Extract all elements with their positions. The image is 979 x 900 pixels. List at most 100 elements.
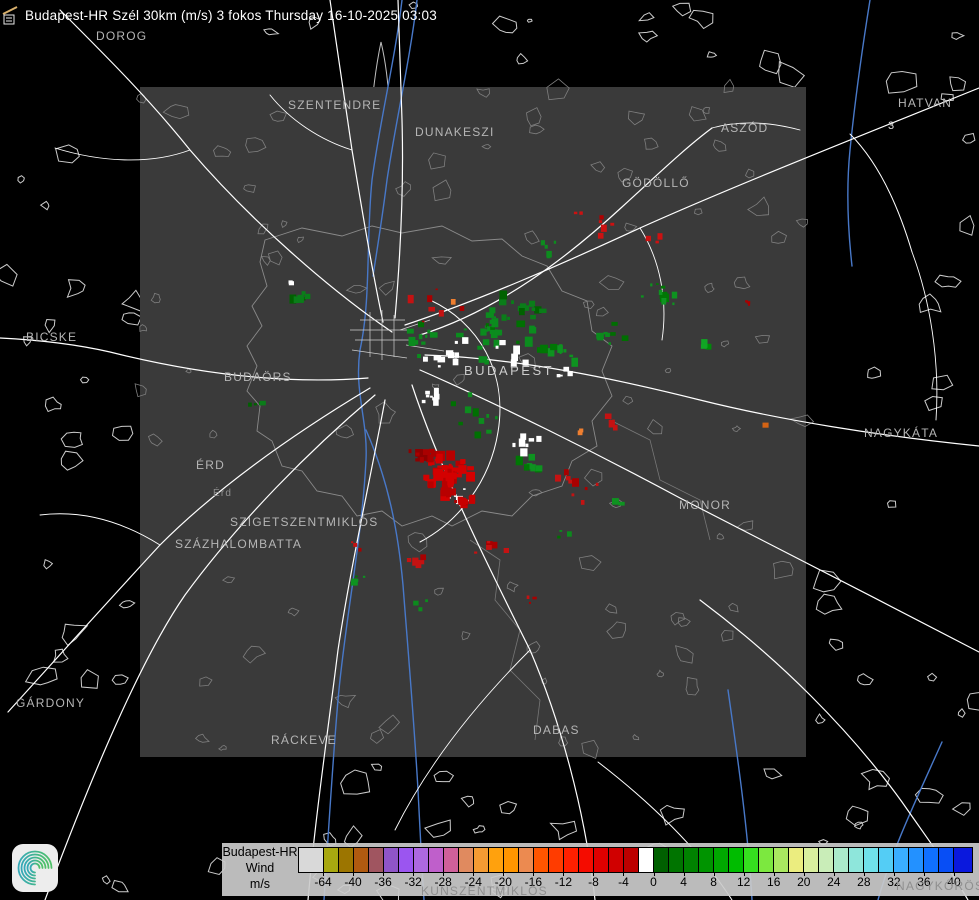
radar-echo-cell [622, 335, 629, 341]
radar-echo-cell [436, 289, 438, 291]
radar-echo-cell [566, 476, 571, 480]
legend-tick-label-28: 28 [857, 875, 870, 889]
radar-echo-cell [529, 438, 534, 442]
radar-echo-cell [469, 496, 475, 504]
legend-tick-label--8: -8 [588, 875, 599, 889]
legend-tick-label-24: 24 [827, 875, 840, 889]
radar-echo-cell [574, 212, 577, 215]
radar-echo-cell [433, 469, 443, 481]
radar-echo-cell [355, 576, 358, 578]
radar-echo-cell [610, 332, 616, 336]
radar-echo-cell [451, 299, 456, 305]
radar-echo-cell [355, 579, 359, 582]
radar-echo-cell [530, 315, 536, 319]
radar-echo-cell [672, 303, 674, 306]
legend-tick-label-16: 16 [767, 875, 780, 889]
radar-echo-cell [423, 449, 430, 455]
radar-echo-cell [423, 475, 429, 481]
radar-echo-cell [418, 560, 425, 564]
radar-echo-cell [428, 481, 434, 488]
radar-echo-cell [428, 307, 435, 312]
radar-echo-cell [422, 321, 424, 323]
radar-echo-cell [413, 340, 419, 345]
radar-echo-cell [541, 240, 545, 245]
radar-echo-cell [477, 346, 482, 350]
radar-echo-cell [559, 344, 562, 348]
legend-tick-label--4: -4 [618, 875, 629, 889]
legend-tick-label-32: 32 [887, 875, 900, 889]
legend-tick-label-20: 20 [797, 875, 810, 889]
radar-echo-cell [475, 432, 482, 439]
radar-echo-cell [661, 286, 666, 289]
radar-echo-cell [537, 347, 542, 353]
radar-echo-cell [661, 298, 666, 303]
radar-echo-cell [529, 602, 531, 604]
legend-tick-label-0: 0 [650, 875, 657, 889]
radar-echo-cell [489, 307, 495, 313]
radar-echo-cell [454, 352, 459, 358]
legend-tick-label--40: -40 [344, 875, 361, 889]
radar-echo-cell [416, 453, 420, 456]
radar-echo-cell [464, 328, 467, 330]
radar-echo-cell [427, 295, 432, 302]
radar-echo-cell [511, 300, 514, 304]
product-title: Budapest-HR Szél 30km (m/s) 3 fokos Thur… [25, 8, 437, 23]
product-icon [2, 4, 20, 26]
radar-echo-cell [554, 241, 556, 244]
radar-echo-cell [516, 341, 519, 344]
radar-echo-cell [351, 541, 353, 543]
radar-echo-cell [516, 321, 525, 328]
radar-echo-cell [507, 317, 510, 320]
radar-echo-cell [557, 536, 560, 539]
legend-tick-label--16: -16 [525, 875, 542, 889]
legend-tick-label--28: -28 [435, 875, 452, 889]
radar-echo-cell [407, 558, 411, 562]
radar-echo-cell [420, 554, 426, 560]
radar-echo-cell [567, 531, 572, 536]
radar-echo-cell [530, 464, 536, 471]
legend-tick-label-40: 40 [947, 875, 960, 889]
legend-tick-labels: -64-40-36-32-28-24-20-16-12-8-4048121620… [222, 843, 979, 896]
radar-echo-cell [499, 340, 505, 345]
legend-tick-label-36: 36 [917, 875, 930, 889]
radar-echo-cell [560, 352, 562, 354]
radar-echo-cell [496, 346, 499, 349]
radar-echo-cell [451, 401, 456, 406]
radar-echo-cell [612, 420, 614, 422]
radar-echo-cell [486, 414, 489, 418]
radar-echo-cell [427, 330, 430, 334]
radar-echo-cell [418, 607, 422, 611]
radar-echo-cell [446, 451, 455, 461]
radar-echo-cell [407, 329, 414, 334]
radar-echo-cell [525, 305, 529, 311]
radar-echo-cell [474, 552, 477, 554]
radar-echo-cell [479, 356, 488, 363]
radar-echo-cell [513, 346, 520, 355]
radar-map [0, 0, 979, 900]
radar-echo-cell [248, 403, 252, 407]
radar-echo-cell [466, 472, 475, 482]
radar-echo-cell [428, 462, 432, 466]
radar-echo-cell [434, 388, 439, 394]
radar-echo-cell [613, 425, 618, 431]
radar-echo-cell [487, 541, 490, 543]
radar-echo-cell [412, 558, 418, 566]
radar-echo-cell [585, 487, 588, 490]
radar-echo-cell [525, 337, 533, 347]
radar-echo-cell [555, 475, 561, 482]
radar-echo-cell [446, 492, 451, 498]
radar-echo-cell [409, 449, 412, 453]
radar-echo-cell [461, 467, 463, 470]
radar-echo-cell [563, 367, 569, 372]
radar-echo-cell [605, 414, 612, 420]
radar-echo-cell [527, 596, 530, 600]
radar-echo-cell [436, 454, 443, 464]
radar-echo-cell [547, 254, 551, 258]
radar-echo-cell [646, 236, 651, 241]
radar-echo-cell [536, 436, 541, 442]
radar-echo-cell [532, 307, 535, 311]
legend-panel: Budapest-HR Wind m/s -64-40-36-32-28-24-… [222, 843, 979, 896]
radar-echo-cell [363, 576, 365, 578]
radar-echo-cell [297, 295, 304, 303]
radar-echo-cell [499, 299, 506, 306]
